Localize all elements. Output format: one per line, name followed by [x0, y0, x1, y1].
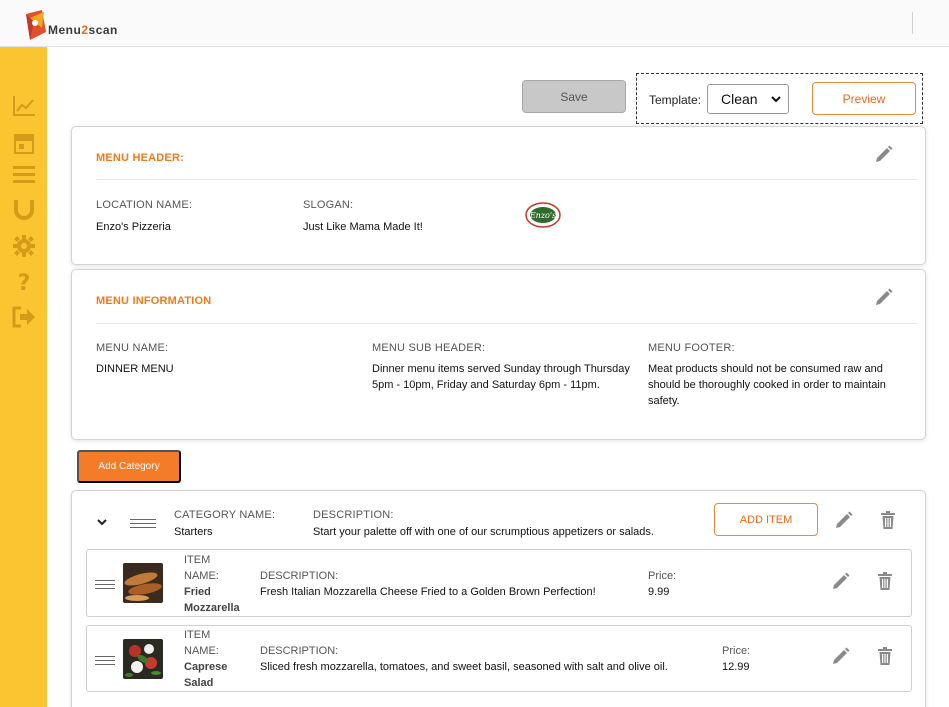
app-logo[interactable]: Menu2scan — [24, 8, 118, 40]
restaurant-logo-image: Enzo's — [525, 202, 561, 228]
drag-handle-icon[interactable] — [130, 519, 156, 529]
menu-item-row[interactable]: ITEM NAME: Caprese Salad DESCRIPTION: Sl… — [86, 625, 912, 692]
item-label: ITEM — [184, 629, 211, 641]
menu-information-title: MENU INFORMATION — [96, 295, 212, 307]
category-name-value: Starters — [174, 526, 213, 538]
item-name-value-line2: Salad — [184, 677, 214, 689]
pencil-icon[interactable] — [874, 144, 894, 164]
location-name-label: LOCATION NAME: — [96, 199, 193, 211]
logo-mark-icon — [26, 10, 46, 40]
item-name-label: NAME: — [184, 645, 219, 657]
main-content: Save Template: Clean Preview MENU HEADER… — [47, 47, 949, 707]
svg-text:?: ? — [18, 271, 31, 294]
menu-name-value: DINNER MENU — [96, 363, 174, 375]
item-label: ITEM — [184, 554, 211, 566]
menu-sub-header-label: MENU SUB HEADER: — [372, 342, 486, 354]
menu-list-icon[interactable] — [12, 163, 36, 187]
pencil-icon[interactable] — [831, 646, 851, 666]
menu-information-card: MENU INFORMATION MENU NAME: DINNER MENU … — [71, 269, 926, 440]
pencil-icon[interactable] — [831, 571, 851, 591]
chevron-down-icon[interactable] — [96, 517, 108, 527]
trash-icon[interactable] — [875, 646, 895, 666]
location-name-value: Enzo's Pizzeria — [96, 221, 171, 233]
menu-name-label: MENU NAME: — [96, 342, 169, 354]
divider — [96, 323, 917, 324]
drag-handle-icon[interactable] — [95, 656, 115, 666]
topbar-divider — [912, 12, 913, 34]
menu-footer-label: MENU FOOTER: — [648, 342, 735, 354]
menu-header-title: MENU HEADER: — [96, 152, 184, 164]
chart-icon[interactable] — [12, 94, 36, 118]
pencil-icon[interactable] — [834, 510, 854, 530]
category-name-label: CATEGORY NAME: — [174, 509, 276, 521]
store-icon[interactable] — [12, 131, 36, 155]
menu-sub-header-value: Dinner menu items served Sunday through … — [372, 363, 630, 391]
preview-button[interactable]: Preview — [812, 82, 916, 115]
help-icon[interactable]: ? — [12, 270, 36, 294]
item-photo-fried-mozzarella — [123, 563, 163, 603]
logout-icon[interactable] — [12, 305, 36, 329]
category-description-value: Start your palette off with one of our s… — [313, 526, 654, 538]
trash-icon[interactable] — [878, 510, 898, 530]
divider — [96, 179, 917, 180]
item-description-value: Fresh Italian Mozzarella Cheese Fried to… — [260, 586, 596, 598]
magnet-icon[interactable] — [12, 198, 36, 222]
menu-item-row[interactable]: ITEM NAME: Fried Mozzarella DESCRIPTION:… — [86, 549, 912, 617]
item-price-value: 9.99 — [648, 586, 670, 598]
pencil-icon[interactable] — [874, 287, 894, 307]
template-label: Template: — [649, 93, 702, 107]
template-select[interactable]: Clean — [707, 84, 789, 114]
menu-header-card: MENU HEADER: LOCATION NAME: Enzo's Pizze… — [71, 126, 926, 265]
template-select-value: Clean — [721, 91, 758, 107]
save-button[interactable]: Save — [522, 80, 626, 113]
item-price-value: 12.99 — [722, 661, 750, 673]
item-name-label: NAME: — [184, 570, 219, 582]
chevron-down-icon — [771, 96, 781, 103]
item-name-value-line2: Mozzarella — [184, 602, 240, 614]
top-bar: Menu2scan — [0, 0, 949, 47]
category-description-label: DESCRIPTION: — [313, 509, 394, 521]
item-name-value: Fried — [184, 586, 211, 598]
item-name-value: Caprese — [184, 661, 228, 673]
item-price-label: Price: — [722, 645, 751, 657]
trash-icon[interactable] — [875, 571, 895, 591]
slogan-value: Just Like Mama Made It! — [303, 221, 423, 233]
item-description-label: DESCRIPTION: — [260, 570, 339, 582]
svg-text:Enzo's: Enzo's — [529, 211, 556, 220]
logo-wordmark: Menu2scan — [48, 23, 118, 37]
category-card: CATEGORY NAME: Starters DESCRIPTION: Sta… — [71, 490, 926, 707]
sidebar: ? — [0, 47, 47, 707]
add-category-button[interactable]: Add Category — [77, 450, 181, 483]
gear-icon[interactable] — [12, 234, 36, 258]
drag-handle-icon[interactable] — [95, 580, 115, 590]
item-photo-caprese-salad — [123, 639, 163, 679]
item-price-label: Price: — [648, 570, 677, 582]
slogan-label: SLOGAN: — [303, 199, 354, 211]
template-picker-box: Template: Clean Preview — [636, 73, 923, 124]
item-description-value: Sliced fresh mozzarella, tomatoes, and s… — [260, 661, 668, 673]
item-description-label: DESCRIPTION: — [260, 645, 339, 657]
add-item-button[interactable]: ADD ITEM — [714, 503, 818, 536]
menu-footer-value: Meat products should not be consumed raw… — [648, 363, 886, 407]
